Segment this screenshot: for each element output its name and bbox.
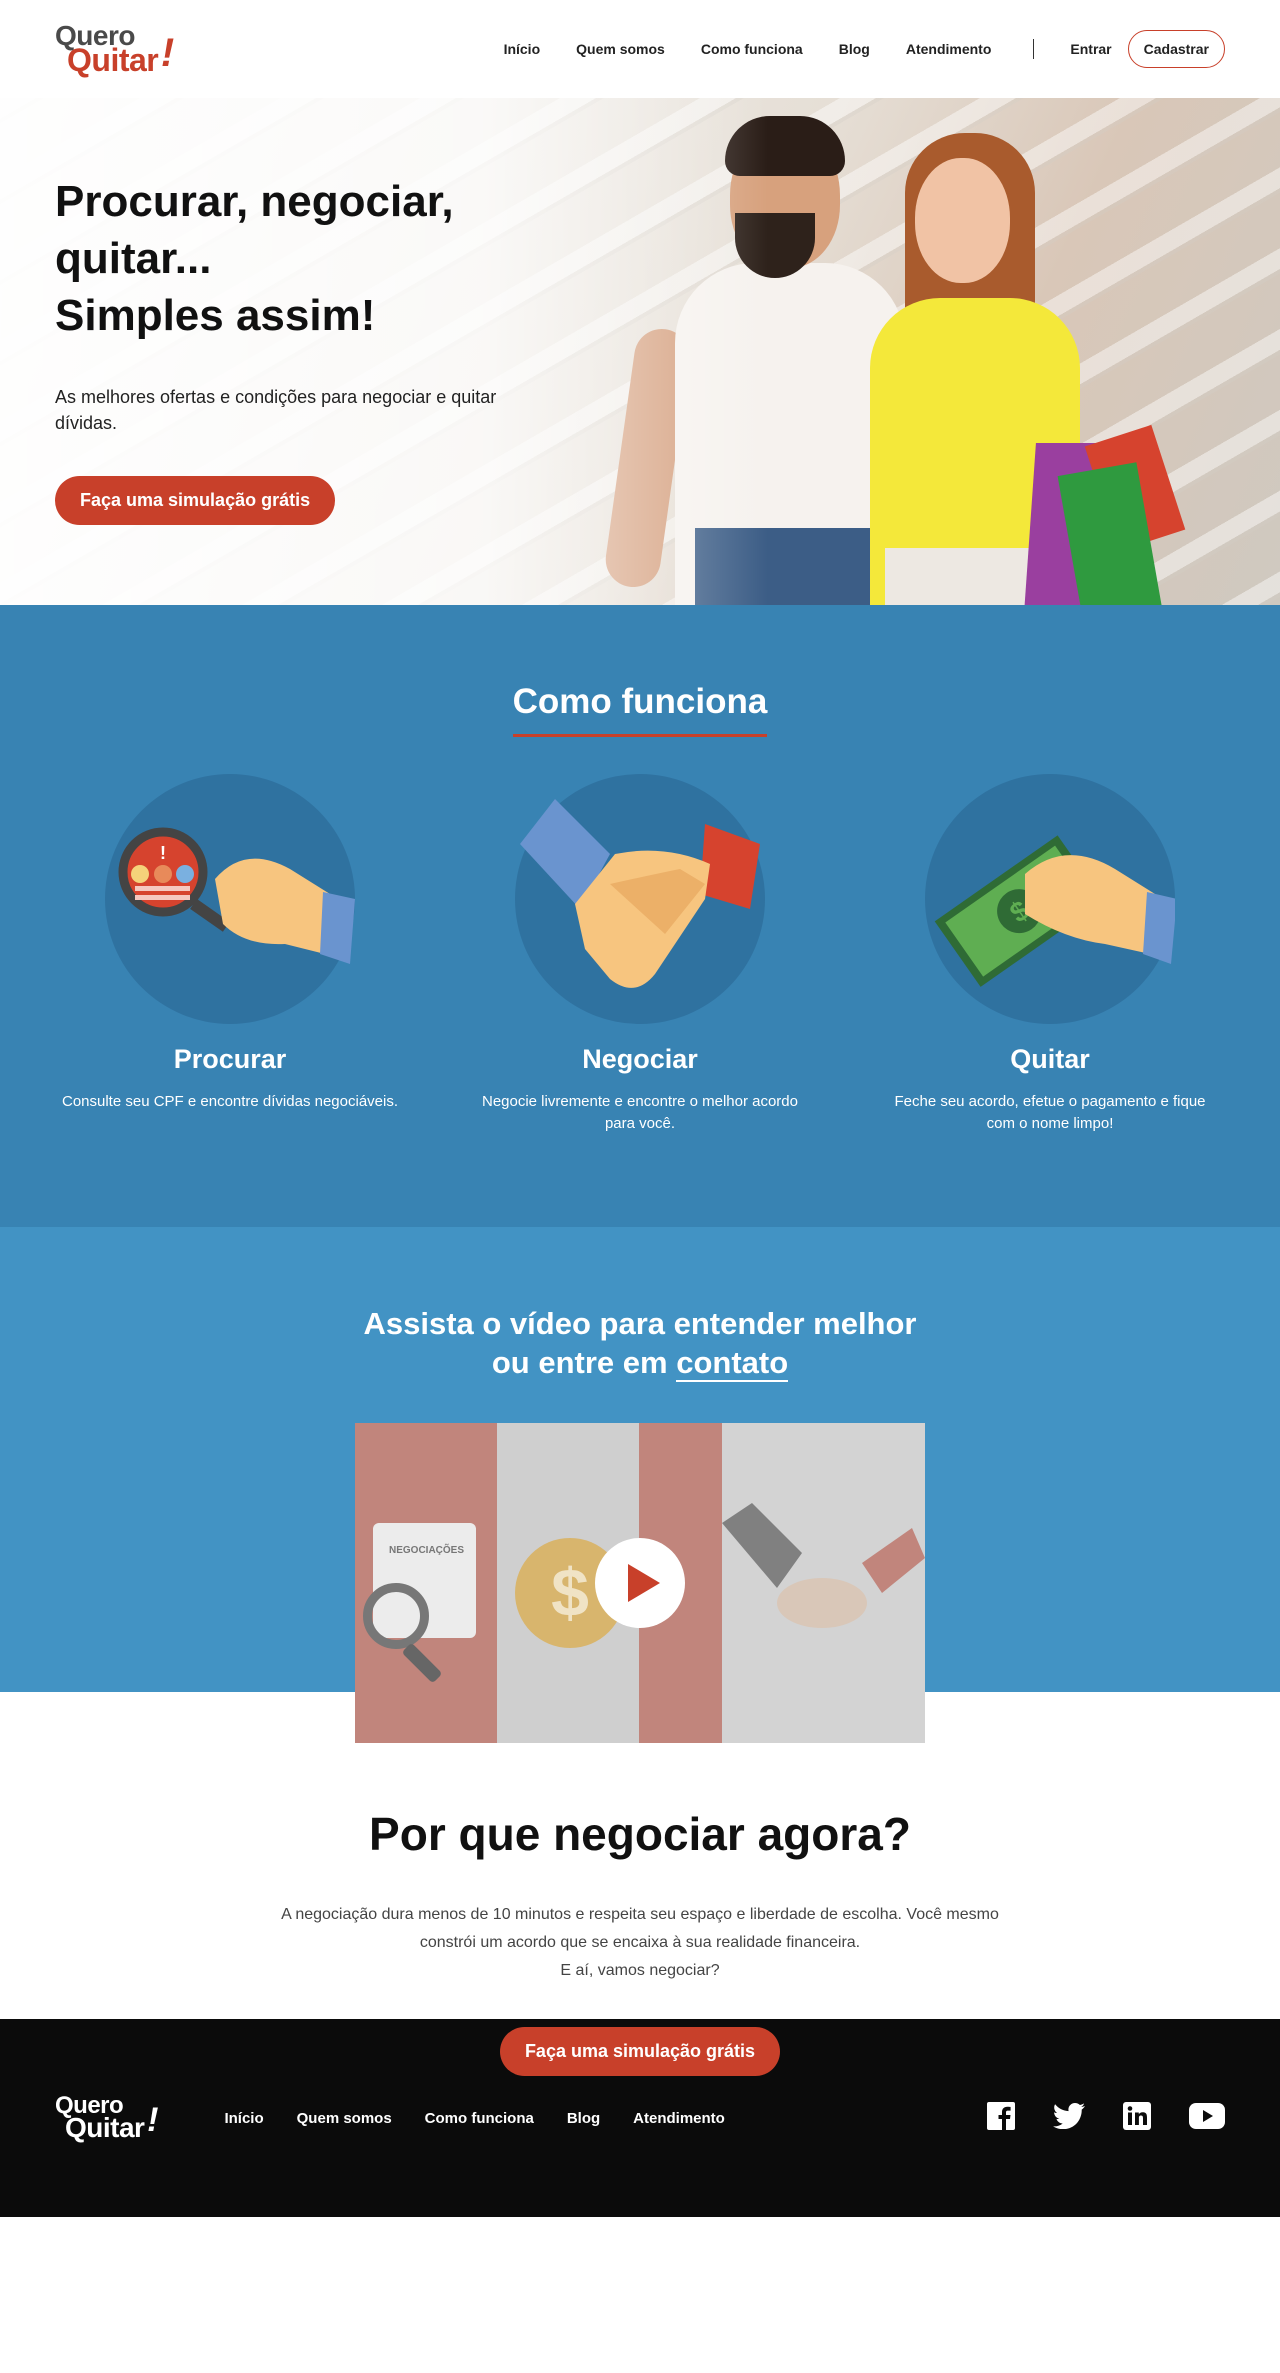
footer-nav: Início Quem somos Como funciona Blog Ate… (224, 2110, 757, 2127)
login-link[interactable]: Entrar (1070, 41, 1111, 57)
footer-nav-blog[interactable]: Blog (567, 2110, 600, 2127)
svg-text:!: ! (160, 843, 166, 863)
nav-inicio[interactable]: Início (504, 41, 541, 57)
step-title: Quitar (1010, 1044, 1090, 1074)
footer-logo[interactable]: Quero Quitar ! (55, 2093, 158, 2142)
youtube-icon[interactable] (1189, 2102, 1225, 2134)
nav-quem-somos[interactable]: Quem somos (576, 41, 665, 57)
hero-section: Procurar, negociar, quitar... Simples as… (0, 98, 1280, 605)
video-title: Assista o vídeo para entender melhor ou … (363, 1306, 917, 1382)
nav-blog[interactable]: Blog (839, 41, 870, 57)
social-links (987, 2101, 1225, 2135)
nav-divider (1033, 39, 1035, 59)
step-text: Negocie livremente e encontre o melhor a… (481, 1093, 798, 1132)
handshake-thumb-icon (722, 1503, 925, 1628)
hero-text: Procurar, negociar, quitar... Simples as… (55, 173, 535, 525)
site-header: Quero Quitar ! Início Quem somos Como fu… (0, 0, 1280, 98)
logo-line2: Quitar (67, 42, 159, 79)
magnifier-icon (363, 1583, 429, 1649)
contact-link[interactable]: contato (676, 1345, 789, 1382)
video-player[interactable]: NEGOCIAÇÕES $ (355, 1423, 925, 1743)
logo[interactable]: Quero Quitar ! (55, 21, 174, 79)
linkedin-icon[interactable] (1123, 2101, 1151, 2135)
step-title: Procurar (173, 1044, 287, 1074)
main-nav: Início Quem somos Como funciona Blog Ate… (468, 30, 1225, 68)
why-section: Por que negociar agora? A negociação dur… (0, 1807, 1280, 2076)
nav-como-funciona[interactable]: Como funciona (701, 41, 803, 57)
why-title: Por que negociar agora? (369, 1808, 911, 1860)
why-simulation-button[interactable]: Faça uma simulação grátis (499, 2027, 781, 2076)
why-text: A negociação dura menos de 10 minutos e … (281, 1906, 999, 1979)
step-text: Feche seu acordo, efetue o pagamento e f… (894, 1093, 1206, 1132)
how-it-works-section: Como funciona ! Procurar Consulte seu CP… (0, 605, 1280, 1227)
step-text: Consulte seu CPF e encontre dívidas nego… (61, 1093, 399, 1110)
play-button[interactable] (595, 1538, 685, 1628)
steps: ! Procurar Consulte seu CPF e encontre d… (0, 774, 1280, 1135)
step-title: Negociar (582, 1044, 698, 1074)
logo-mark: ! (160, 30, 175, 75)
footer-nav-como-funciona[interactable]: Como funciona (425, 2110, 534, 2127)
step-procurar: ! Procurar Consulte seu CPF e encontre d… (55, 774, 405, 1135)
hero-simulation-button[interactable]: Faça uma simulação grátis (55, 476, 336, 525)
nav-atendimento[interactable]: Atendimento (906, 41, 992, 57)
magnifier-hand-icon: ! (105, 774, 355, 1024)
footer-nav-quem-somos[interactable]: Quem somos (297, 2110, 392, 2127)
footer-nav-atendimento[interactable]: Atendimento (633, 2110, 725, 2127)
signup-button[interactable]: Cadastrar (1127, 30, 1225, 68)
footer-nav-inicio[interactable]: Início (224, 2110, 263, 2127)
twitter-icon[interactable] (1053, 2102, 1085, 2134)
step-negociar: Negociar Negocie livremente e encontre o… (465, 774, 815, 1135)
video-section: Assista o vídeo para entender melhor ou … (0, 1227, 1280, 2076)
play-icon (628, 1564, 660, 1602)
section-title: Como funciona (512, 682, 768, 737)
money-hand-icon: $ (925, 774, 1177, 1024)
step-quitar: $ Quitar Feche seu acordo, efetue o paga… (875, 774, 1225, 1135)
hero-subtitle: As melhores ofertas e condições para neg… (55, 387, 497, 433)
hero-title: Procurar, negociar, quitar... Simples as… (55, 177, 454, 340)
facebook-icon[interactable] (987, 2101, 1015, 2135)
handshake-icon (515, 774, 765, 1024)
